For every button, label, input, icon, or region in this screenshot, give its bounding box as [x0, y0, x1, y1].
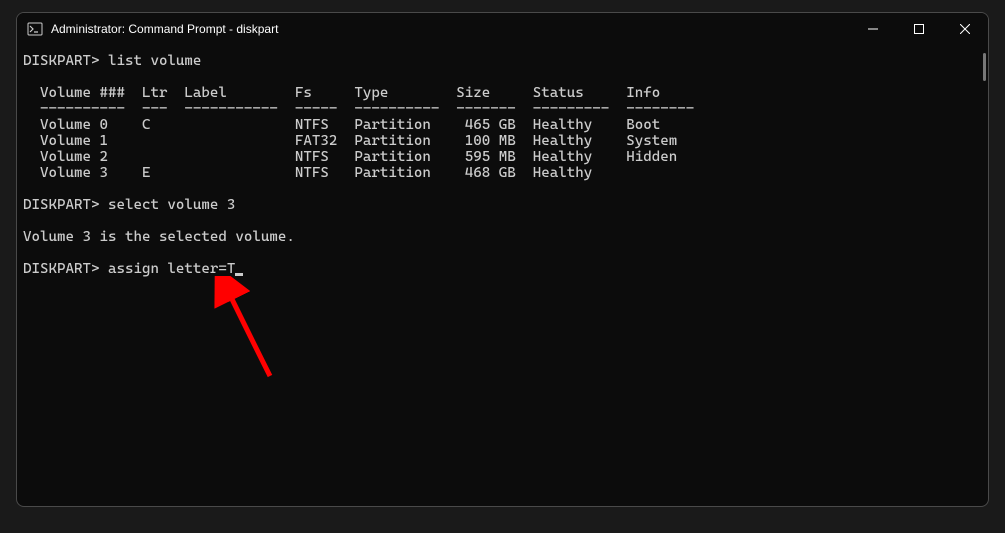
scrollbar-thumb[interactable]: [983, 53, 986, 81]
scrollbar[interactable]: [980, 53, 986, 496]
terminal-output[interactable]: DISKPART> list volume Volume ### Ltr Lab…: [17, 45, 988, 506]
window-controls: [850, 13, 988, 45]
window-title: Administrator: Command Prompt - diskpart: [51, 22, 850, 36]
text-cursor: [235, 273, 243, 276]
maximize-button[interactable]: [896, 13, 942, 45]
titlebar[interactable]: Administrator: Command Prompt - diskpart: [17, 13, 988, 45]
command-prompt-window: Administrator: Command Prompt - diskpart…: [16, 12, 989, 507]
close-button[interactable]: [942, 13, 988, 45]
app-icon: [27, 21, 43, 37]
minimize-button[interactable]: [850, 13, 896, 45]
